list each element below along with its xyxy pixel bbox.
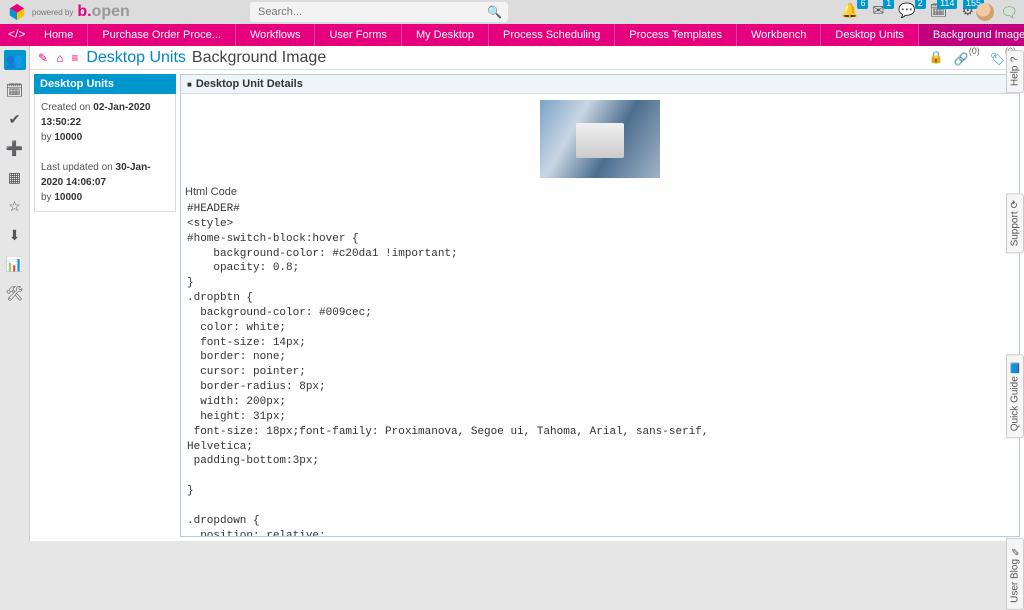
topbar: powered by b.open 🔍 🔔6 ✉1 💬2 🗓114 ⚙155 🗨 xyxy=(0,0,1024,24)
nav-item-process-templates[interactable]: Process Templates xyxy=(615,24,737,46)
html-code-block: #HEADER# <style> #home-switch-block:hove… xyxy=(181,200,1019,537)
nav-item-background-image[interactable]: Background Image xyxy=(919,24,1024,46)
breadcrumb-tools: 🔒 🔗(0) 🏷(0) xyxy=(929,50,1016,66)
search-icon[interactable]: 🔍 xyxy=(487,5,508,19)
nav-item-home[interactable]: Home xyxy=(30,24,88,46)
code-toggle-icon[interactable]: </> xyxy=(8,27,25,41)
edit-icon[interactable]: ✎ xyxy=(38,51,48,65)
dock-blog[interactable]: User Blog ✎ xyxy=(1006,538,1024,610)
rail-add-icon[interactable]: ➕ xyxy=(6,140,23,157)
rail-star-icon[interactable]: ☆ xyxy=(8,198,21,215)
main: 👥 🗓 ✔ ➕ ▦ ☆ ⬇ 📊 🛠 ✎ ⌂ ≡ Desktop Units Ba… xyxy=(0,46,1024,541)
side-panel-meta: Created on 02-Jan-2020 13:50:22 by 10000… xyxy=(34,94,176,212)
brand: b.open xyxy=(77,3,129,21)
lock-icon[interactable]: 🔒 xyxy=(929,50,944,66)
mail-icon[interactable]: ✉1 xyxy=(872,2,884,19)
bell-icon[interactable]: 🔔6 xyxy=(841,2,858,19)
calendar-icon[interactable]: 🗓114 xyxy=(930,2,948,19)
rail-users-icon[interactable]: 👥 xyxy=(4,50,26,70)
dock-help[interactable]: Help ? xyxy=(1006,50,1024,93)
avatar[interactable] xyxy=(976,3,994,21)
detail-panel-head: Desktop Unit Details xyxy=(181,75,1019,94)
menu-icon[interactable]: ≡ xyxy=(71,51,78,65)
top-icons: 🔔6 ✉1 💬2 🗓114 ⚙155 xyxy=(841,2,974,19)
nav-item-workflows[interactable]: Workflows xyxy=(236,24,316,46)
main-nav: </> HomePurchase Order Proce...Workflows… xyxy=(0,24,1024,46)
search-input[interactable] xyxy=(250,6,487,18)
nav-item-user-forms[interactable]: User Forms xyxy=(315,24,401,46)
dock-support[interactable]: Support ⟳ xyxy=(1006,193,1024,253)
nav-item-my-desktop[interactable]: My Desktop xyxy=(402,24,489,46)
chat-bubble-icon[interactable]: 🗨 xyxy=(1000,4,1018,21)
gear-icon[interactable]: ⚙155 xyxy=(961,2,974,19)
rail-check-icon[interactable]: ✔ xyxy=(9,111,21,128)
right-dock: Help ? Support ⟳ Quick Guide 📘 User Blog… xyxy=(1006,46,1024,610)
breadcrumb-current: Background Image xyxy=(192,49,326,67)
chat-icon[interactable]: 💬2 xyxy=(898,2,915,19)
background-image-thumb xyxy=(540,100,660,178)
breadcrumb: ✎ ⌂ ≡ Desktop Units Background Image 🔒 🔗… xyxy=(30,46,1024,70)
home-icon[interactable]: ⌂ xyxy=(56,51,63,65)
body-row: Desktop Units Created on 02-Jan-2020 13:… xyxy=(30,70,1024,541)
dock-guide[interactable]: Quick Guide 📘 xyxy=(1006,354,1024,438)
link-icon[interactable]: 🔗(0) xyxy=(954,50,980,66)
powered-label: powered by xyxy=(32,8,73,17)
logo-icon xyxy=(8,3,26,21)
rail-calendar-icon[interactable]: 🗓 xyxy=(6,82,24,99)
code-label: Html Code xyxy=(181,184,1019,200)
detail-panel: Desktop Unit Details Html Code #HEADER# … xyxy=(180,74,1020,537)
side-panel-head: Desktop Units xyxy=(34,74,176,94)
rail-download-icon[interactable]: ⬇ xyxy=(9,227,21,244)
rail-tools-icon[interactable]: 🛠 xyxy=(6,285,24,302)
nav-item-purchase-order-proce-[interactable]: Purchase Order Proce... xyxy=(88,24,236,46)
left-rail: 👥 🗓 ✔ ➕ ▦ ☆ ⬇ 📊 🛠 xyxy=(0,46,30,541)
breadcrumb-parent[interactable]: Desktop Units xyxy=(86,49,186,67)
nav-item-desktop-units[interactable]: Desktop Units xyxy=(821,24,918,46)
nav-item-workbench[interactable]: Workbench xyxy=(737,24,821,46)
search-input-wrap[interactable]: 🔍 xyxy=(250,2,508,22)
rail-apps-icon[interactable]: ▦ xyxy=(8,169,21,186)
content: ✎ ⌂ ≡ Desktop Units Background Image 🔒 🔗… xyxy=(30,46,1024,541)
rail-chart-icon[interactable]: 📊 xyxy=(6,256,23,273)
nav-item-process-scheduling[interactable]: Process Scheduling xyxy=(489,24,615,46)
side-panel: Desktop Units Created on 02-Jan-2020 13:… xyxy=(30,70,180,541)
